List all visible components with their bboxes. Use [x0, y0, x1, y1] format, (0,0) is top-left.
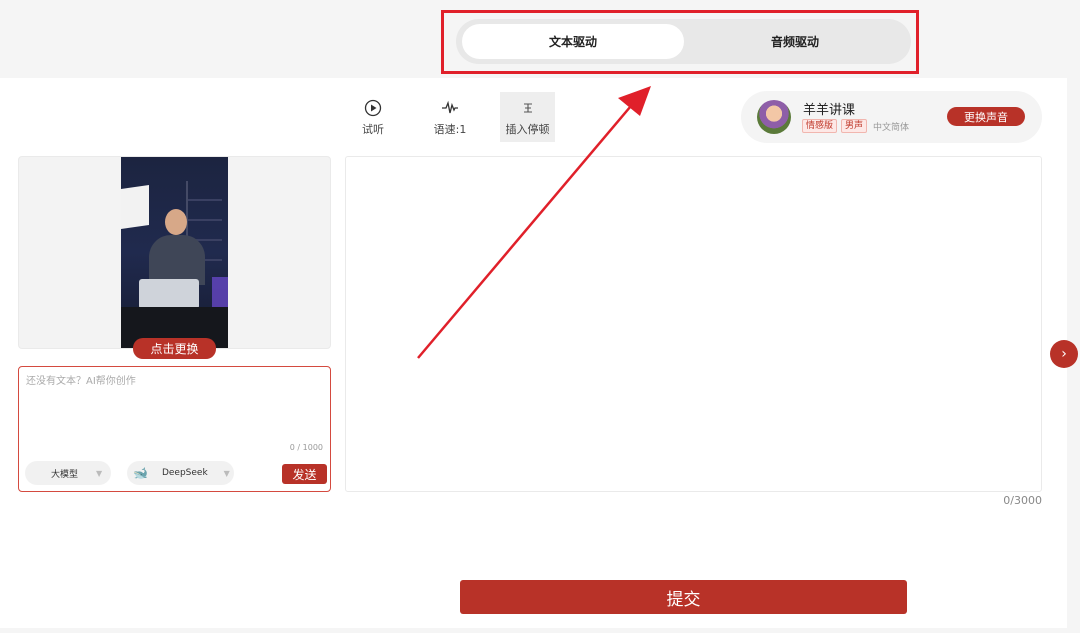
submit-button[interactable]: 提交: [460, 580, 907, 614]
speed-button[interactable]: 语速:1: [422, 92, 478, 142]
script-input[interactable]: [346, 157, 1041, 491]
presenter-video-thumbnail: [121, 157, 228, 348]
drive-mode-bar: 文本驱动 音频驱动: [0, 0, 1080, 78]
voice-tag-emotion: 情感版: [802, 119, 838, 133]
ai-writing-box: 0 / 1000 大模型 ▼ 🐋 DeepSeek ▼ 发送: [18, 366, 331, 492]
voice-card: 羊羊讲课 情感版 男声 中文简体 更换声音: [741, 91, 1042, 143]
script-counter: 0/3000: [1003, 494, 1042, 507]
voice-tag-gender: 男声: [841, 119, 868, 133]
avatar-preview: [18, 156, 331, 349]
voice-tags: 情感版 男声 中文简体: [802, 119, 909, 133]
model-select-label: 大模型: [51, 469, 79, 480]
voice-avatar: [757, 100, 791, 134]
waveform-icon: [441, 98, 459, 118]
replace-avatar-button[interactable]: 点击更换: [133, 338, 216, 359]
chevron-right-icon[interactable]: ›: [1050, 340, 1078, 368]
script-editor: [345, 156, 1042, 492]
voice-language: 中文简体: [873, 122, 910, 133]
model-select[interactable]: 大模型 ▼: [25, 461, 111, 485]
insert-pause-label: 插入停顿: [505, 122, 550, 136]
send-button[interactable]: 发送: [282, 464, 327, 484]
listen-label: 试听: [362, 122, 384, 136]
annotation-highlight-box: [441, 10, 919, 74]
listen-button[interactable]: 试听: [345, 92, 401, 142]
caret-down-icon: ▼: [96, 468, 103, 478]
insert-pause-button[interactable]: 插入停顿: [500, 92, 555, 142]
caret-down-icon: ▼: [223, 468, 230, 478]
speed-label: 语速:1: [433, 122, 467, 136]
ai-prompt-input[interactable]: [26, 372, 322, 442]
change-voice-button[interactable]: 更换声音: [947, 107, 1025, 126]
engine-select[interactable]: 🐋 DeepSeek ▼: [127, 461, 234, 485]
voice-name: 羊羊讲课: [803, 103, 856, 118]
deepseek-whale-icon: 🐋: [133, 466, 148, 480]
engine-select-label: DeepSeek: [161, 468, 208, 478]
play-icon: [364, 98, 382, 118]
ai-prompt-counter: 0 / 1000: [289, 443, 323, 452]
pause-marker-icon: [522, 98, 534, 118]
editor-panel: 试听 语速:1 插入停顿 羊羊讲课 情感版 男声 中文简体 更换声音 点击更换 …: [0, 78, 1067, 628]
